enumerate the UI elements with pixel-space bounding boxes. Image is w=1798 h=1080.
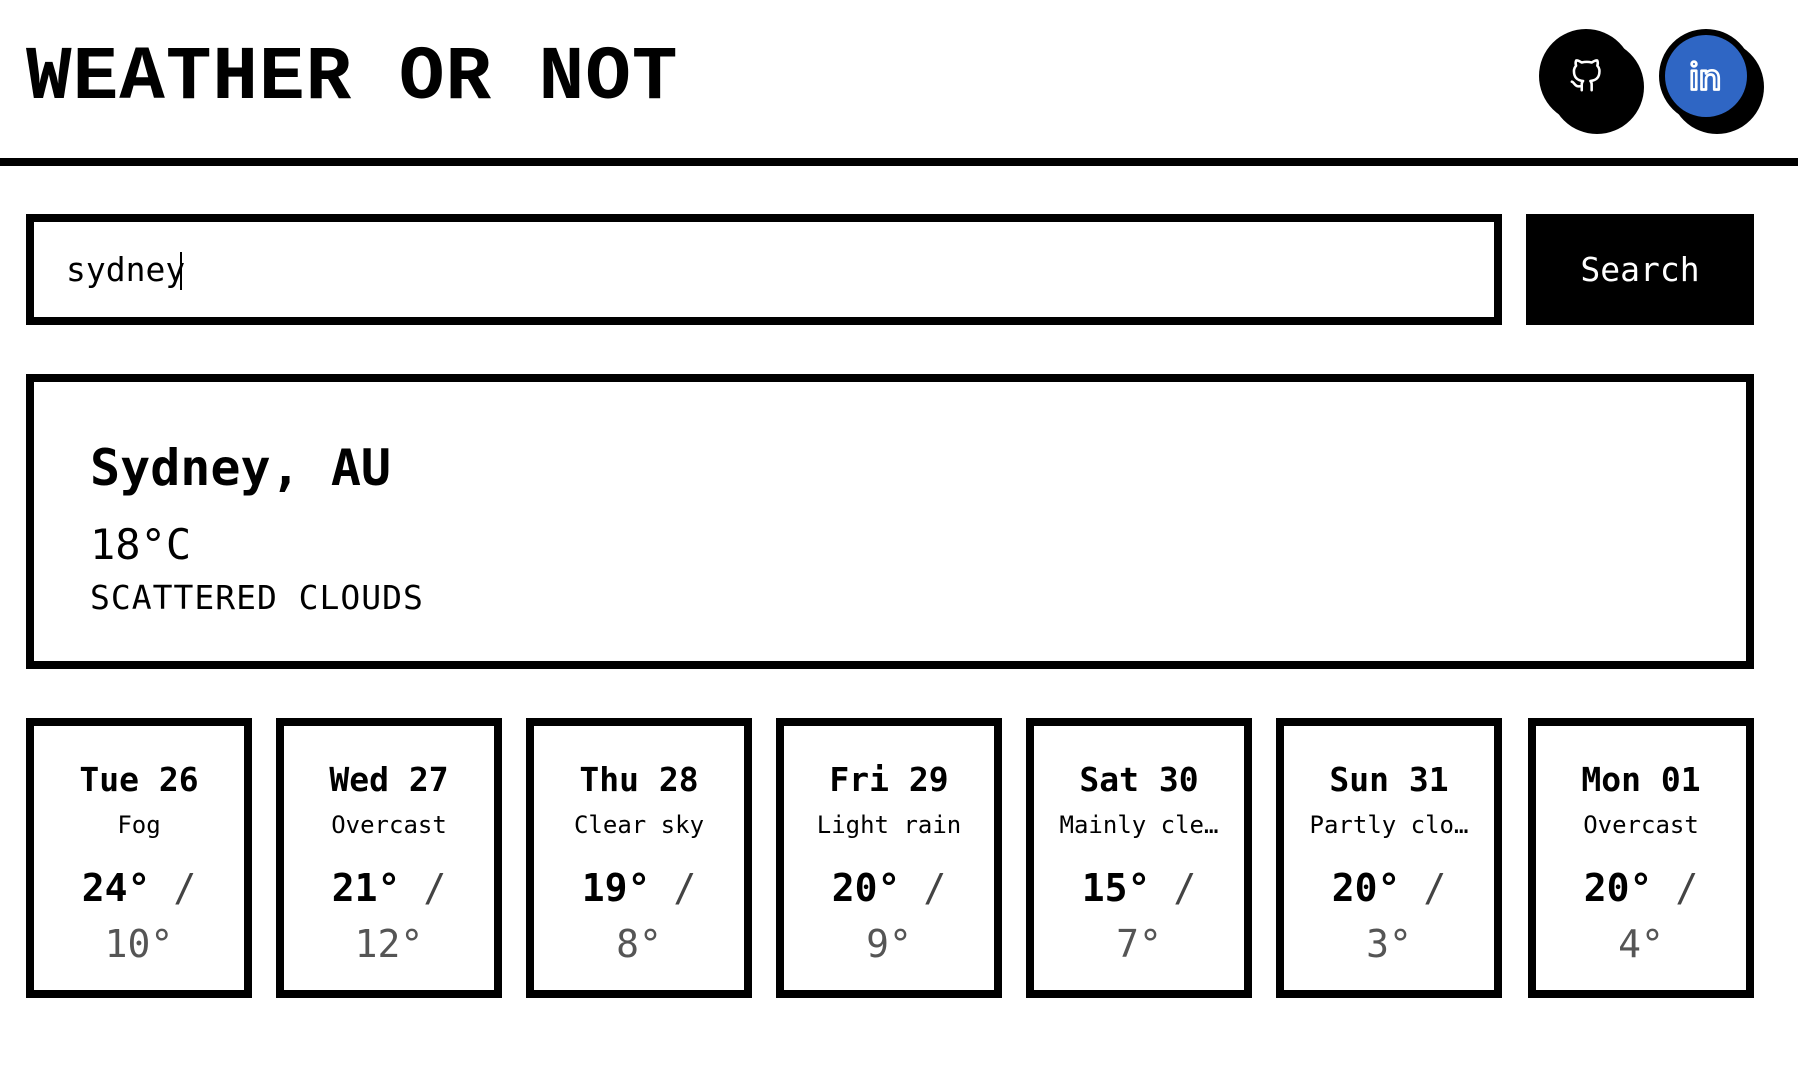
forecast-high-row: 20° /	[1536, 866, 1746, 910]
forecast-day-card: Mon 01 Overcast 20° / 4°	[1528, 718, 1754, 998]
linkedin-icon	[1690, 60, 1721, 91]
search-button[interactable]: Search	[1526, 214, 1754, 325]
forecast-date: Sat 30	[1079, 760, 1199, 799]
forecast-day-card: Sat 30 Mainly cle… 15° / 7°	[1026, 718, 1252, 998]
forecast-high: 15°	[1081, 866, 1151, 910]
forecast-high: 24°	[81, 866, 151, 910]
forecast-day-card: Sun 31 Partly clo… 20° / 3°	[1276, 718, 1502, 998]
search-input[interactable]	[26, 214, 1502, 325]
current-temperature: 18°C	[90, 520, 192, 569]
forecast-low: 10°	[104, 922, 174, 966]
forecast-row: Tue 26 Fog 24° / 10° Wed 27 Overcast 21°…	[26, 718, 1754, 998]
temp-separator: /	[150, 866, 197, 910]
github-icon	[1570, 59, 1601, 92]
forecast-condition: Partly clo…	[1309, 811, 1469, 839]
forecast-date: Wed 27	[329, 760, 449, 799]
forecast-condition: Fog	[117, 811, 161, 839]
forecast-day-card: Wed 27 Overcast 21° / 12°	[276, 718, 502, 998]
city-name: Sydney, AU	[90, 439, 392, 497]
forecast-date: Fri 29	[829, 760, 949, 799]
temp-separator: /	[900, 866, 947, 910]
forecast-high: 20°	[831, 866, 901, 910]
forecast-condition: Light rain	[816, 811, 962, 839]
weather-description: SCATTERED CLOUDS	[90, 578, 424, 617]
temp-separator: /	[1652, 866, 1699, 910]
current-weather-card: Sydney, AU 18°C SCATTERED CLOUDS	[26, 374, 1754, 669]
forecast-high: 20°	[1583, 866, 1653, 910]
temp-separator: /	[1150, 866, 1197, 910]
forecast-date: Sun 31	[1329, 760, 1449, 799]
forecast-high-row: 19° /	[534, 866, 744, 910]
forecast-high-row: 21° /	[284, 866, 494, 910]
forecast-high: 19°	[581, 866, 651, 910]
github-link[interactable]	[1539, 29, 1644, 141]
linkedin-button-fill	[1665, 35, 1747, 117]
forecast-day-card: Tue 26 Fog 24° / 10°	[26, 718, 252, 998]
forecast-high: 21°	[331, 866, 401, 910]
forecast-day-card: Thu 28 Clear sky 19° / 8°	[526, 718, 752, 998]
forecast-condition: Overcast	[331, 811, 447, 839]
forecast-low: 8°	[616, 922, 662, 966]
forecast-high-row: 15° /	[1034, 866, 1244, 910]
forecast-low: 12°	[354, 922, 424, 966]
temp-separator: /	[400, 866, 447, 910]
header-divider	[0, 158, 1798, 166]
forecast-condition: Mainly cle…	[1059, 811, 1219, 839]
text-caret	[180, 252, 182, 290]
forecast-low: 7°	[1116, 922, 1162, 966]
app-title: WEATHER OR NOT	[26, 35, 679, 121]
forecast-date: Tue 26	[79, 760, 199, 799]
forecast-low: 3°	[1366, 922, 1412, 966]
forecast-high-row: 24° /	[34, 866, 244, 910]
temp-separator: /	[650, 866, 697, 910]
forecast-day-card: Fri 29 Light rain 20° / 9°	[776, 718, 1002, 998]
forecast-high-row: 20° /	[1284, 866, 1494, 910]
forecast-low: 9°	[866, 922, 912, 966]
forecast-high: 20°	[1331, 866, 1401, 910]
forecast-condition: Clear sky	[573, 811, 705, 839]
forecast-high-row: 20° /	[784, 866, 994, 910]
forecast-condition: Overcast	[1583, 811, 1699, 839]
forecast-low: 4°	[1618, 922, 1664, 966]
linkedin-button[interactable]	[1659, 29, 1753, 123]
temp-separator: /	[1400, 866, 1447, 910]
weather-app: WEATHER OR NOT sydney Search Sydney, AU …	[0, 0, 1798, 1080]
github-button[interactable]	[1539, 29, 1633, 123]
header: WEATHER OR NOT	[0, 0, 1798, 166]
forecast-date: Thu 28	[579, 760, 699, 799]
forecast-date: Mon 01	[1581, 760, 1701, 799]
linkedin-link[interactable]	[1659, 29, 1764, 141]
